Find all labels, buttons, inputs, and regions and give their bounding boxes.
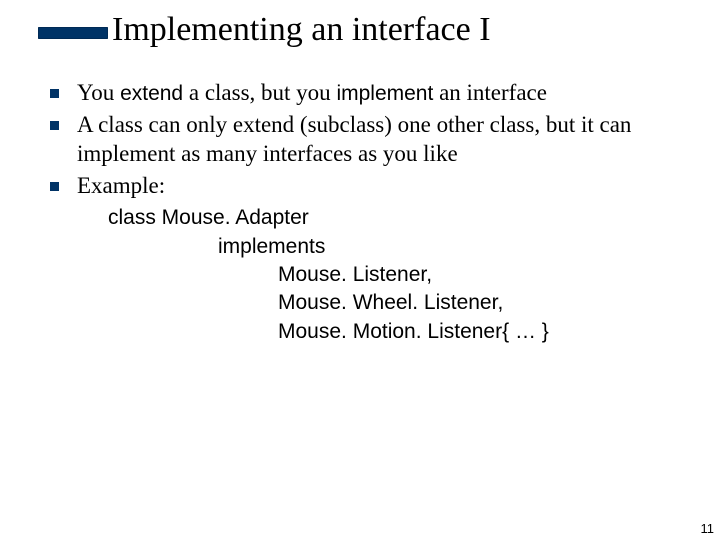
- slide-body: You extend a class, but you implement an…: [50, 78, 670, 346]
- bullet-1-post: an interface: [433, 80, 547, 105]
- code-line-3c: Mouse. Motion. Listener{ … }: [108, 318, 670, 346]
- bullet-1-mid: a class, but you: [183, 80, 336, 105]
- bullet-1: You extend a class, but you implement an…: [50, 78, 670, 108]
- bullet-icon: [50, 182, 59, 191]
- title-accent-bar: [38, 27, 108, 39]
- bullet-icon: [50, 89, 59, 98]
- slide-title: Implementing an interface I: [112, 10, 491, 50]
- code-line-3a: Mouse. Listener,: [108, 261, 670, 289]
- slide: Implementing an interface I You extend a…: [0, 0, 720, 540]
- bullet-1-pre: You: [77, 80, 120, 105]
- bullet-2: A class can only extend (subclass) one o…: [50, 110, 670, 169]
- bullet-1-text: You extend a class, but you implement an…: [77, 78, 670, 108]
- bullet-2-text: A class can only extend (subclass) one o…: [77, 110, 670, 169]
- code-line-1: class Mouse. Adapter: [108, 204, 670, 232]
- bullet-1-kw-extend: extend: [120, 82, 183, 105]
- title-row: Implementing an interface I: [38, 10, 678, 50]
- bullet-1-kw-implement: implement: [336, 82, 433, 105]
- page-number: 11: [701, 521, 715, 536]
- bullet-icon: [50, 121, 59, 130]
- title-area: Implementing an interface I: [38, 10, 678, 50]
- code-line-3b: Mouse. Wheel. Listener,: [108, 289, 670, 317]
- bullet-3-text: Example:: [77, 171, 670, 200]
- code-block: class Mouse. Adapter implements Mouse. L…: [108, 204, 670, 346]
- code-line-2: implements: [108, 233, 670, 261]
- bullet-3: Example:: [50, 171, 670, 200]
